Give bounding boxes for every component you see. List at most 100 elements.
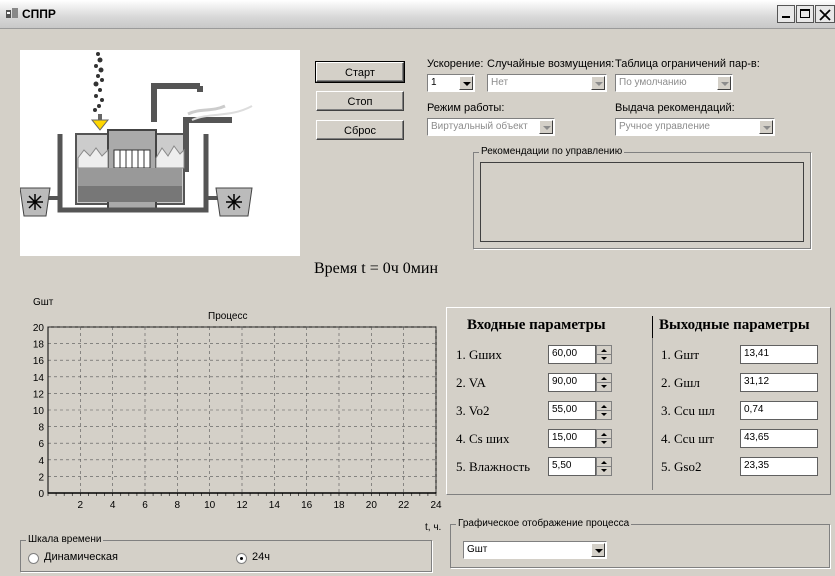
chevron-down-icon[interactable] [591, 543, 605, 557]
x-tick-label: 2 [78, 500, 84, 511]
graphic-display-label: Графическое отображение процесса [456, 518, 632, 529]
x-tick-label: 16 [301, 500, 313, 511]
input-param-label-1: 1. Gших [456, 347, 502, 362]
output-param-field-4[interactable]: 43,65 [740, 429, 818, 448]
stop-button-label: Стоп [347, 96, 373, 108]
disturbances-select[interactable]: Нет [487, 74, 607, 92]
output-param-label-5: 5. Gso2 [661, 459, 702, 474]
process-chart: 2 4 6 8 10 12 14 16 18 20 22 2402468101214161820 [33, 323, 442, 511]
graphic-display-select[interactable]: Gшт [463, 541, 607, 559]
y-tick-label: 18 [33, 340, 45, 351]
column-divider [652, 338, 653, 490]
graphic-display-value: Gшт [467, 544, 488, 555]
radio-dynamic[interactable] [28, 553, 39, 564]
furnace-illustration [19, 50, 300, 256]
x-tick-label: 14 [269, 500, 281, 511]
output-param-field-1[interactable]: 13,41 [740, 345, 818, 364]
chart-ylabel: Gшт [33, 297, 54, 308]
spinner-icon[interactable] [596, 373, 612, 392]
reset-button[interactable]: Сброс [316, 120, 404, 140]
recommendations-text [480, 162, 804, 242]
start-button[interactable]: Старт [315, 61, 405, 83]
constraints-select[interactable]: По умолчанию [615, 74, 733, 92]
minimize-button[interactable] [777, 5, 795, 23]
input-params-title: Входные параметры [467, 317, 606, 333]
output-param-field-2[interactable]: 31,12 [740, 373, 818, 392]
input-param-field-5[interactable]: 5,50 [548, 457, 596, 476]
y-tick-label: 0 [38, 489, 44, 500]
input-param-label-4: 4. Cs ших [456, 431, 510, 446]
input-param-label-5: 5. Влажность [456, 459, 531, 474]
input-param-label-2: 2. VA [456, 375, 486, 390]
x-tick-label: 20 [366, 500, 378, 511]
radio-dynamic-label: Динамическая [44, 551, 118, 563]
mode-select[interactable]: Виртуальный объект [427, 118, 555, 136]
x-tick-label: 10 [204, 500, 216, 511]
radio-24h-label: 24ч [252, 551, 270, 563]
constraints-label: Таблица ограничений пар-в: [615, 58, 760, 70]
close-button[interactable] [815, 5, 835, 23]
output-param-label-3: 3. Ccu шл [661, 403, 715, 418]
y-tick-label: 12 [33, 389, 45, 400]
close-icon [819, 9, 831, 21]
output-param-label-4: 4. Ccu шт [661, 431, 714, 446]
app-icon [6, 8, 18, 18]
header-divider [652, 316, 653, 338]
spinner-icon[interactable] [596, 457, 612, 476]
input-param-field-1[interactable]: 60,00 [548, 345, 596, 364]
output-param-field-5[interactable]: 23,35 [740, 457, 818, 476]
recommendation-output-label: Выдача рекомендаций: [615, 102, 735, 114]
maximize-button[interactable] [796, 5, 814, 23]
y-tick-label: 20 [33, 323, 45, 334]
time-display: Время t = 0ч 0мин [314, 260, 439, 277]
output-param-field-3[interactable]: 0,74 [740, 401, 818, 420]
acceleration-label: Ускорение: [427, 58, 484, 70]
input-param-label-3: 3. Vo2 [456, 403, 490, 418]
acceleration-select[interactable]: 1 [427, 74, 475, 92]
y-tick-label: 6 [38, 439, 44, 450]
chart-xlabel: t, ч. [425, 522, 442, 533]
output-param-label-1: 1. Gшт [661, 347, 700, 362]
chevron-down-icon[interactable] [539, 120, 553, 134]
disturbances-value: Нет [491, 77, 509, 88]
input-param-field-2[interactable]: 90,00 [548, 373, 596, 392]
start-button-label: Старт [345, 67, 375, 79]
recommendation-output-select[interactable]: Ручное управление [615, 118, 775, 136]
title-bar: СППР [0, 0, 835, 29]
mode-value: Виртуальный объект [431, 121, 528, 132]
reset-button-label: Сброс [344, 125, 376, 137]
radio-24h[interactable] [236, 553, 247, 564]
y-tick-label: 14 [33, 373, 45, 384]
x-tick-label: 12 [236, 500, 248, 511]
acceleration-value: 1 [431, 77, 437, 88]
chevron-down-icon[interactable] [591, 76, 605, 90]
y-tick-label: 16 [33, 356, 45, 367]
x-tick-label: 8 [175, 500, 181, 511]
chevron-down-icon[interactable] [717, 76, 731, 90]
input-param-field-4[interactable]: 15,00 [548, 429, 596, 448]
x-tick-label: 18 [333, 500, 345, 511]
disturbances-label: Случайные возмущения: [487, 58, 615, 70]
chevron-down-icon[interactable] [459, 76, 473, 90]
mode-label: Режим работы: [427, 102, 505, 114]
input-param-field-3[interactable]: 55,00 [548, 401, 596, 420]
recommendation-output-value: Ручное управление [619, 121, 710, 132]
spinner-icon[interactable] [596, 429, 612, 448]
constraints-value: По умолчанию [619, 77, 687, 88]
furnace-image [19, 52, 253, 217]
x-tick-label: 24 [430, 500, 442, 511]
output-params-title: Выходные параметры [659, 317, 810, 333]
x-tick-label: 22 [398, 500, 410, 511]
spinner-icon[interactable] [596, 345, 612, 364]
spinner-icon[interactable] [596, 401, 612, 420]
y-tick-label: 2 [38, 472, 44, 483]
minimize-icon [782, 16, 790, 18]
output-param-label-2: 2. Gшл [661, 375, 700, 390]
y-tick-label: 10 [33, 406, 45, 417]
x-tick-label: 6 [142, 500, 148, 511]
x-tick-label: 4 [110, 500, 116, 511]
chevron-down-icon[interactable] [759, 120, 773, 134]
maximize-icon [800, 9, 810, 18]
window-title: СППР [22, 7, 56, 21]
stop-button[interactable]: Стоп [316, 91, 404, 111]
